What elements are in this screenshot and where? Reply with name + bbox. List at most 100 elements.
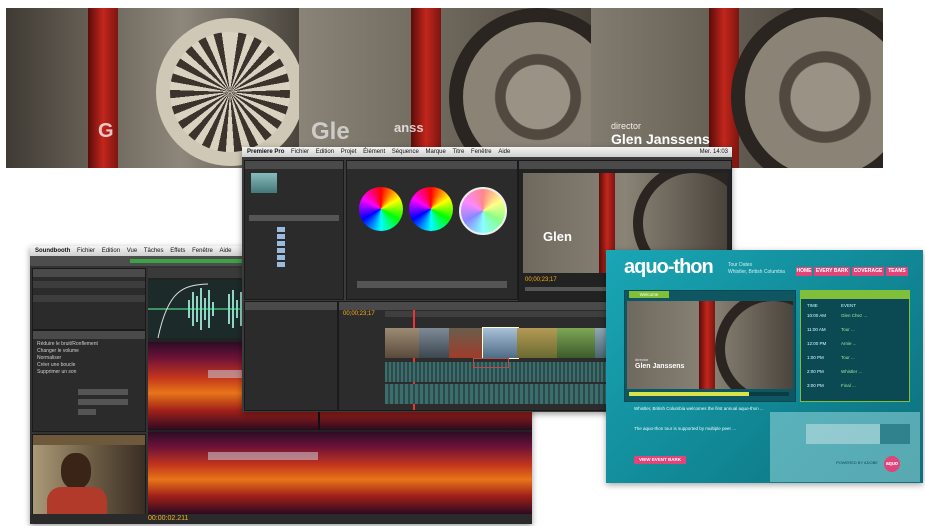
schedule-row[interactable]: 12:00 PM Arnie ... xyxy=(801,341,909,355)
filmstrip-frame-1: G xyxy=(6,8,299,168)
menu-item[interactable]: Projet xyxy=(341,147,357,157)
dropdown[interactable] xyxy=(78,399,128,405)
menu-item[interactable]: Aide xyxy=(498,147,510,157)
nav-teams[interactable]: TEAMS xyxy=(886,267,908,276)
menu-item[interactable]: Fichier xyxy=(77,246,95,256)
effect-param[interactable] xyxy=(347,244,517,251)
menu-item[interactable]: Edition xyxy=(102,246,120,256)
menu-item[interactable]: Vue xyxy=(127,246,137,256)
effect-param[interactable] xyxy=(347,265,517,272)
clip-thumbnail[interactable] xyxy=(251,173,277,193)
menu-item[interactable]: Effets xyxy=(170,246,185,256)
site-tagline: Tour Dates xyxy=(728,262,753,268)
credit-name: Glen Janssens xyxy=(611,131,710,147)
video-clip[interactable] xyxy=(419,328,450,358)
schedule-event: Tour ... xyxy=(841,327,855,332)
task-item[interactable]: Changer le volume xyxy=(33,348,145,355)
menu-item[interactable]: Séquence xyxy=(392,147,419,157)
spectral-selection[interactable] xyxy=(208,452,318,460)
video-clip[interactable] xyxy=(482,327,519,359)
schedule-time: 12:00 PM xyxy=(807,341,827,346)
task-item[interactable]: Réduire le bruit/Ronflement xyxy=(33,341,145,348)
menu-item[interactable]: Fichier xyxy=(291,147,309,157)
credit-role: director xyxy=(611,121,642,131)
effect-param[interactable] xyxy=(347,237,517,244)
menu-item[interactable]: Soundbooth xyxy=(35,246,70,256)
project-item[interactable] xyxy=(245,234,343,241)
project-panel xyxy=(244,160,344,300)
schedule-row[interactable]: 3:00 PM Final ... xyxy=(801,383,909,397)
menu-item[interactable]: Titre xyxy=(453,147,465,157)
effect-folder[interactable] xyxy=(245,322,337,329)
effect-folder[interactable] xyxy=(245,364,337,371)
nav-every-bark[interactable]: EVERY BARK xyxy=(814,267,850,276)
video-progress-bar[interactable] xyxy=(629,392,789,396)
video-clip[interactable] xyxy=(385,328,420,358)
menu-item[interactable]: Élément xyxy=(363,147,385,157)
video-frame[interactable]: director Glen Janssens xyxy=(627,301,793,389)
menu-item[interactable]: Fenêtre xyxy=(471,147,492,157)
wheel-image xyxy=(715,301,793,389)
menu-item[interactable]: Premiere Pro xyxy=(247,147,284,157)
value-field[interactable] xyxy=(78,409,96,415)
project-item[interactable] xyxy=(245,248,343,255)
premiere-menubar: Premiere Pro Fichier Edition Projet Élém… xyxy=(242,147,732,157)
effect-folder[interactable] xyxy=(245,329,337,336)
video-clip[interactable] xyxy=(449,328,484,358)
task-item[interactable]: Créer une boucle xyxy=(33,362,145,369)
task-item[interactable]: Normaliser xyxy=(33,355,145,362)
view-event-button[interactable]: VIEW EVENT BARK xyxy=(634,456,686,464)
schedule-row[interactable]: 2:00 PM Whistler ... xyxy=(801,369,909,383)
effect-folder[interactable] xyxy=(245,343,337,350)
clip-selection[interactable] xyxy=(473,358,509,368)
search-input[interactable] xyxy=(249,215,339,221)
schedule-row[interactable]: 1:00 PM Tour ... xyxy=(801,355,909,369)
menu-item[interactable]: Tâches xyxy=(144,246,164,256)
effect-folder[interactable] xyxy=(245,371,337,378)
title-overlay: Glen xyxy=(543,229,572,244)
schedule-row[interactable]: 10:00 AM Glen Chez ... xyxy=(801,313,909,327)
sponsor-thumbnail[interactable] xyxy=(880,424,910,444)
effect-param[interactable] xyxy=(347,258,517,265)
site-tagline-sub: Whistler, British Columbia xyxy=(728,269,785,275)
menu-item[interactable]: Marque xyxy=(426,147,446,157)
shadows-color-wheel[interactable] xyxy=(359,187,403,231)
video-clip[interactable] xyxy=(557,328,596,358)
video-player[interactable]: Welcome director Glen Janssens xyxy=(624,290,796,402)
effect-folder[interactable] xyxy=(245,357,337,364)
task-item[interactable]: Supprimer un son xyxy=(33,369,145,376)
project-item[interactable] xyxy=(245,227,343,234)
file-row[interactable] xyxy=(33,288,145,295)
dropdown[interactable] xyxy=(78,389,128,395)
video-clip[interactable] xyxy=(517,328,558,358)
schedule-time: 11:00 AM xyxy=(807,327,826,332)
effect-folder[interactable] xyxy=(245,336,337,343)
midtones-color-wheel[interactable] xyxy=(409,187,453,231)
menu-item[interactable]: Edition xyxy=(316,147,334,157)
site-logo[interactable]: aquo-thon xyxy=(624,256,714,279)
time-display: 00:00:02.211 xyxy=(148,515,189,522)
video-label: Welcome xyxy=(629,291,669,298)
effect-folder[interactable] xyxy=(245,350,337,357)
project-item[interactable] xyxy=(245,255,343,262)
schedule-row[interactable]: 11:00 AM Tour ... xyxy=(801,327,909,341)
effects-panel xyxy=(244,301,338,411)
spectrogram-track-2[interactable] xyxy=(148,432,532,514)
nav-home[interactable]: HOME xyxy=(796,267,812,276)
effect-buttons-row[interactable] xyxy=(357,281,507,288)
project-item[interactable] xyxy=(245,241,343,248)
effect-folder[interactable] xyxy=(245,378,337,385)
menu-item[interactable]: Fenêtre xyxy=(192,246,213,256)
filmstrip-frame-3: director Glen Janssens xyxy=(591,8,883,168)
effect-param[interactable] xyxy=(347,251,517,258)
file-row[interactable] xyxy=(33,281,145,288)
file-row[interactable] xyxy=(33,295,145,302)
project-item[interactable] xyxy=(245,262,343,269)
menu-item[interactable]: Aide xyxy=(219,246,231,256)
video-progress-fill xyxy=(629,392,749,396)
panel-header xyxy=(245,161,343,169)
highlights-color-wheel[interactable] xyxy=(459,187,507,235)
aquo-badge[interactable]: aquo xyxy=(884,456,900,472)
nav-coverage[interactable]: COVERAGE xyxy=(852,267,884,276)
red-fork-image xyxy=(88,8,118,168)
